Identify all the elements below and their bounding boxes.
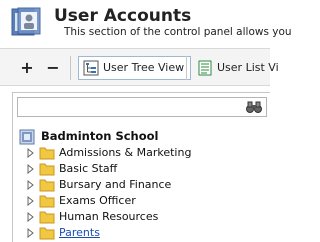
folder-icon bbox=[39, 211, 55, 224]
expand-caret-icon[interactable] bbox=[27, 148, 35, 158]
expand-caret-icon[interactable] bbox=[27, 228, 35, 238]
tree-item-label-link[interactable]: Parents bbox=[59, 225, 100, 240]
expand-caret-icon[interactable] bbox=[27, 196, 35, 206]
user-tree-panel: Badminton School Admissions & Marketing … bbox=[12, 92, 270, 242]
user-accounts-icon bbox=[11, 7, 41, 36]
tree-item-label: Basic Staff bbox=[59, 162, 118, 175]
tree-item[interactable]: Basic Staff bbox=[27, 161, 267, 177]
tree-item[interactable]: Parents bbox=[27, 225, 267, 241]
user-list-view-button[interactable]: User List Vi bbox=[192, 56, 286, 80]
list-view-icon bbox=[198, 60, 212, 76]
search-field[interactable] bbox=[17, 97, 267, 117]
page-header: User Accounts This section of the contro… bbox=[0, 0, 292, 48]
tree-item[interactable]: Bursary and Finance bbox=[27, 177, 267, 193]
user-list-view-label: User List Vi bbox=[217, 61, 279, 74]
tree-root-label: Badminton School bbox=[41, 129, 159, 143]
folder-icon bbox=[39, 163, 55, 176]
expand-caret-icon[interactable] bbox=[27, 180, 35, 190]
tree-item[interactable]: Admissions & Marketing bbox=[27, 145, 267, 161]
expand-caret-icon[interactable] bbox=[27, 164, 35, 174]
user-tree-view-button[interactable]: User Tree View bbox=[78, 56, 192, 80]
toolbar-separator bbox=[70, 56, 71, 80]
tree-item-label: Bursary and Finance bbox=[59, 178, 172, 191]
tree-item-label: Admissions & Marketing bbox=[59, 146, 192, 159]
school-icon bbox=[19, 129, 35, 145]
tree-item-label: Exams Officer bbox=[59, 194, 136, 207]
folder-icon bbox=[39, 227, 55, 240]
folder-icon bbox=[39, 179, 55, 192]
page-description: This section of the control panel allows… bbox=[64, 26, 292, 38]
toolbar: + − User Tree View User List Vi bbox=[0, 48, 279, 86]
tree-item[interactable]: Human Resources bbox=[27, 209, 267, 225]
folder-icon bbox=[39, 147, 55, 160]
add-button[interactable]: + bbox=[18, 59, 36, 77]
user-tree-view-label: User Tree View bbox=[103, 61, 185, 74]
expand-caret-icon[interactable] bbox=[27, 212, 35, 222]
remove-button[interactable]: − bbox=[44, 59, 62, 77]
tree-view-icon bbox=[83, 60, 99, 76]
folder-icon bbox=[39, 195, 55, 208]
toolbar-separator bbox=[186, 56, 187, 80]
binoculars-icon[interactable] bbox=[245, 100, 263, 114]
tree-item-label: Human Resources bbox=[59, 210, 159, 223]
tree-item[interactable]: Exams Officer bbox=[27, 193, 267, 209]
page-title: User Accounts bbox=[54, 6, 192, 26]
